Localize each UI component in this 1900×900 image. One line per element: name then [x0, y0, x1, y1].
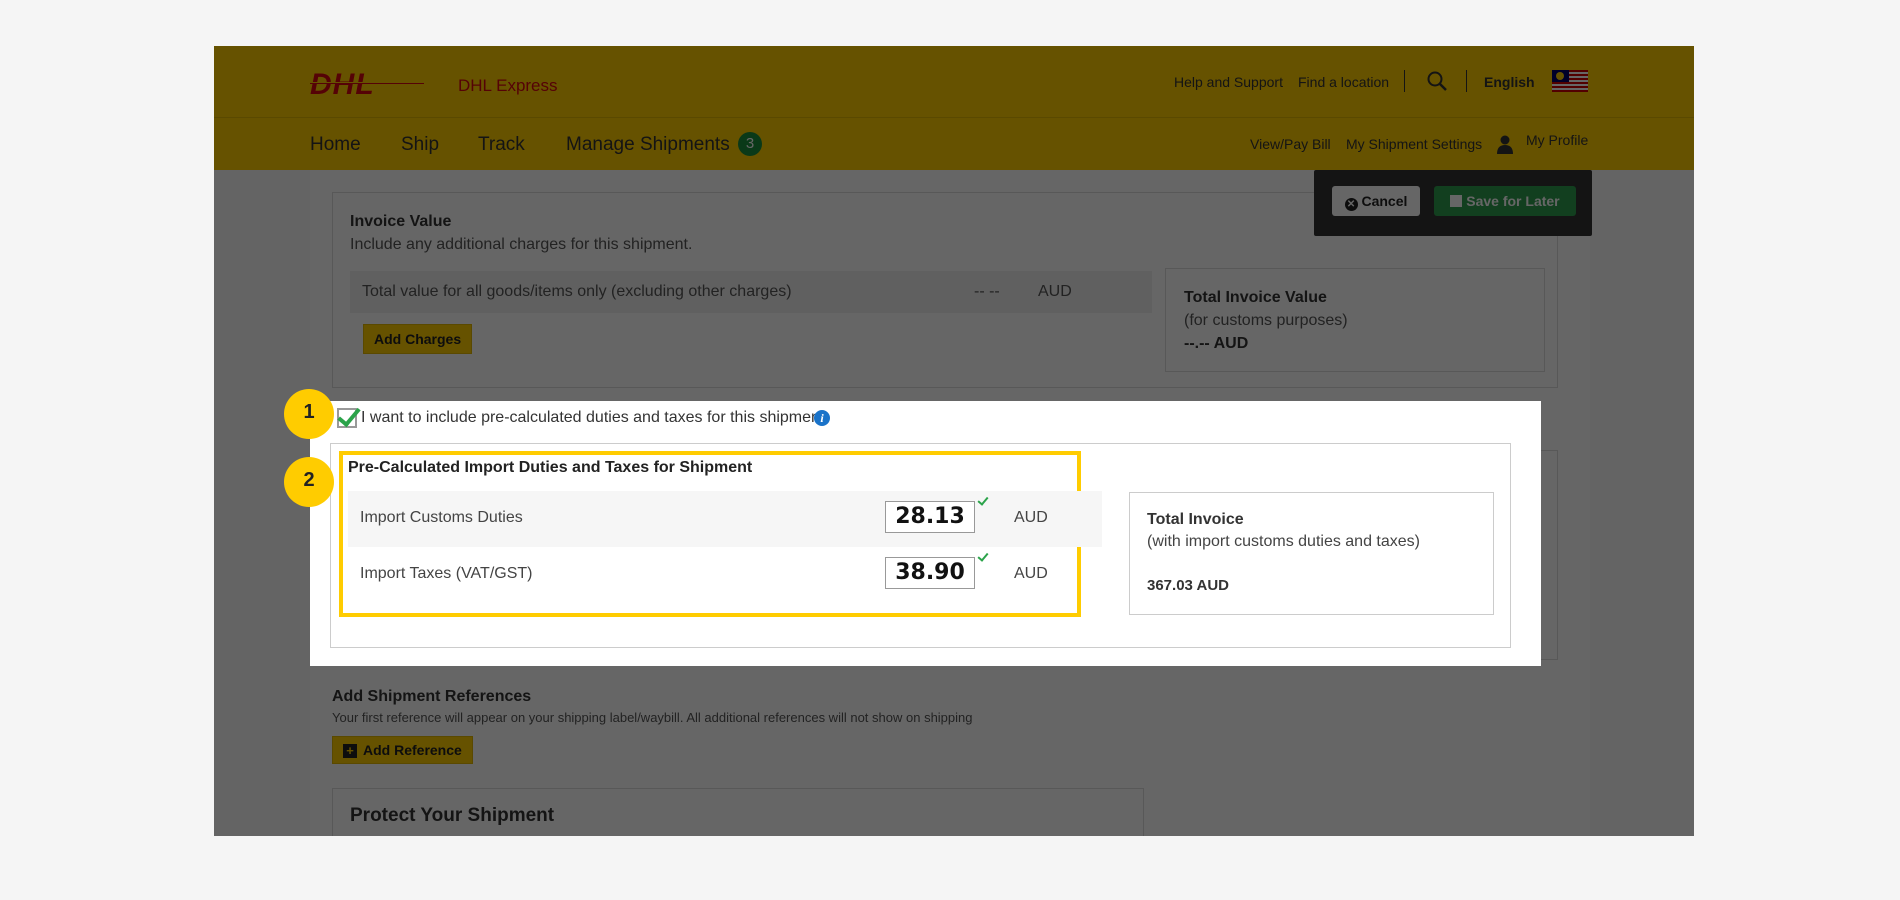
add-reference-label: Add Reference — [363, 742, 462, 758]
total-invoice-title: Total Invoice — [1147, 511, 1244, 528]
total-invoice-value-title: Total Invoice Value — [1184, 289, 1327, 306]
shipment-settings-link[interactable]: My Shipment Settings — [1346, 136, 1482, 152]
add-charges-button[interactable]: Add Charges — [363, 324, 473, 354]
customs-duties-row: Import Customs Duties 28.13 AUD — [348, 491, 1102, 547]
protect-title: Protect Your Shipment — [350, 805, 555, 826]
flag-canton — [1552, 70, 1569, 82]
valid-check-icon — [977, 550, 989, 562]
total-invoice-card: Total Invoice (with import customs dutie… — [1129, 492, 1494, 615]
invoice-subtitle: Include any additional charges for this … — [350, 236, 693, 253]
help-link[interactable]: Help and Support — [1174, 74, 1283, 90]
brand-name: DHL Express — [458, 76, 558, 95]
nav-manage-shipments[interactable]: Manage Shipments — [566, 134, 730, 156]
total-invoice-value-card: Total Invoice Value (for customs purpose… — [1165, 268, 1545, 372]
divider — [1466, 70, 1467, 92]
callout-2: 2 — [284, 457, 334, 507]
invoice-title: Invoice Value — [350, 213, 452, 230]
site-header: DHL DHL Express Help and Support Find a … — [214, 46, 1694, 170]
save-for-later-button[interactable]: Save for Later — [1434, 186, 1576, 216]
dhl-logo[interactable]: DHL — [310, 68, 375, 102]
plus-icon: + — [343, 744, 357, 758]
add-reference-button[interactable]: + Add Reference — [332, 736, 473, 764]
cancel-icon: ✕ — [1344, 198, 1358, 211]
import-taxes-label: Import Taxes (VAT/GST) — [360, 565, 533, 582]
total-invoice-value-sub: (for customs purposes) — [1184, 312, 1348, 329]
my-profile-link[interactable]: My Profile — [1526, 132, 1588, 148]
dhl-logo-stripes — [310, 82, 424, 84]
customs-duties-input[interactable]: 28.13 — [885, 501, 975, 533]
notification-badge: 3 — [738, 132, 762, 156]
customs-duties-label: Import Customs Duties — [360, 509, 523, 526]
search-icon[interactable] — [1426, 70, 1448, 92]
protect-shipment-card: Protect Your Shipment — [332, 788, 1144, 836]
duties-section-title: Pre-Calculated Import Duties and Taxes f… — [348, 459, 753, 476]
goods-total-label: Total value for all goods/items only (ex… — [362, 283, 792, 300]
references-title: Add Shipment References — [332, 688, 532, 705]
customs-duties-currency: AUD — [1014, 509, 1048, 526]
view-pay-bill-link[interactable]: View/Pay Bill — [1250, 136, 1331, 152]
header-top-bar: DHL DHL Express Help and Support Find a … — [214, 46, 1694, 118]
total-invoice-value-amount: --.-- AUD — [1184, 335, 1249, 352]
cancel-button[interactable]: ✕ Cancel — [1332, 186, 1420, 216]
cancel-label: Cancel — [1361, 193, 1408, 209]
save-for-later-label: Save for Later — [1466, 193, 1560, 209]
find-location-link[interactable]: Find a location — [1298, 74, 1389, 90]
user-icon[interactable] — [1496, 134, 1514, 154]
nav-home[interactable]: Home — [310, 134, 361, 156]
nav-track[interactable]: Track — [478, 134, 525, 156]
import-taxes-currency: AUD — [1014, 565, 1048, 582]
goods-total-value: -- -- — [974, 283, 1000, 300]
goods-total-currency: AUD — [1038, 283, 1072, 300]
references-subtitle: Your first reference will appear on your… — [332, 710, 973, 725]
goods-total-row: Total value for all goods/items only (ex… — [350, 271, 1152, 313]
info-icon[interactable]: i — [814, 410, 830, 426]
valid-check-icon — [977, 494, 989, 506]
save-icon — [1450, 195, 1463, 207]
callout-1: 1 — [284, 389, 334, 439]
malaysia-flag-icon[interactable] — [1552, 70, 1588, 92]
nav-ship[interactable]: Ship — [401, 134, 439, 156]
total-invoice-amount: 367.03 AUD — [1147, 577, 1229, 594]
import-taxes-row: Import Taxes (VAT/GST) 38.90 AUD — [352, 547, 1082, 603]
language-selector[interactable]: English — [1484, 74, 1535, 90]
divider — [1404, 70, 1405, 92]
total-invoice-sub: (with import customs duties and taxes) — [1147, 533, 1420, 550]
include-duties-checkbox[interactable] — [337, 408, 357, 428]
import-taxes-input[interactable]: 38.90 — [885, 557, 975, 589]
include-duties-label: I want to include pre-calculated duties … — [361, 409, 825, 426]
